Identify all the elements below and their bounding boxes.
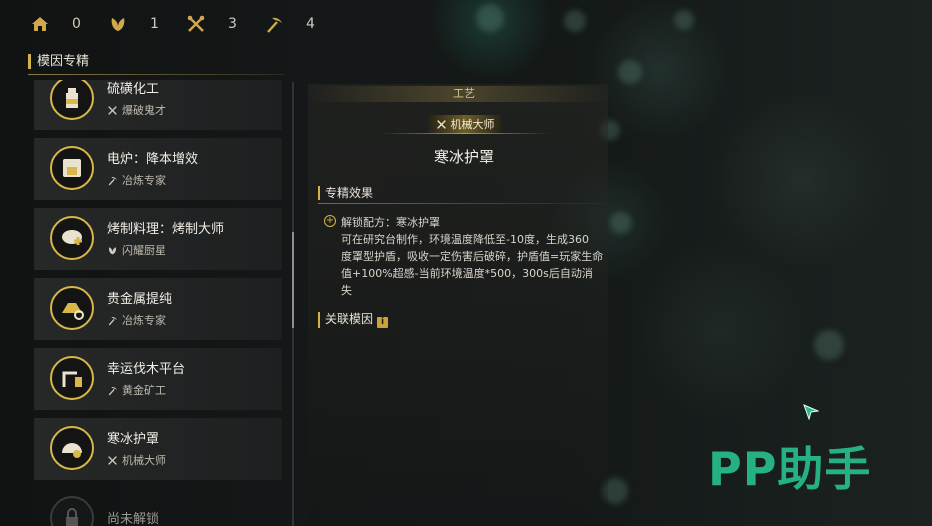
effect-line: 失 <box>341 284 352 297</box>
furnace-icon <box>63 159 81 177</box>
item-profession: 爆破鬼才 <box>107 102 166 118</box>
list-scrollbar[interactable] <box>292 82 294 526</box>
item-icon-ring <box>50 356 94 400</box>
item-profession-label: 冶炼专家 <box>122 314 166 327</box>
list-item-selected[interactable]: 寒冰护罩 机械大师 <box>34 418 282 480</box>
related-header: 关联模因 i <box>318 312 389 328</box>
detail-title: 寒冰护罩 <box>433 148 494 166</box>
item-name: 烤制料理：烤制大师 <box>107 222 225 237</box>
ice-shield-icon <box>62 443 82 458</box>
item-profession-label: 冶炼专家 <box>122 174 166 187</box>
list-item[interactable]: 电炉：降本增效 冶炼专家 <box>34 138 282 200</box>
effect-line: 值+100%超感-当前环境温度*500，300s后自动消 <box>341 267 593 280</box>
pickaxe-icon <box>108 316 117 325</box>
item-name: 寒冰护罩 <box>107 432 160 447</box>
resource-pickaxe: 4 <box>264 14 342 34</box>
item-icon-ring <box>50 146 94 190</box>
tools-icon <box>108 105 117 115</box>
list-item-locked[interactable]: 尚未解锁 <box>34 488 282 526</box>
section-title: 模因专精 <box>28 54 89 69</box>
item-name: 硫磺化工 <box>107 82 160 97</box>
scrollbar-thumb[interactable] <box>292 232 294 328</box>
resource-value: 4 <box>306 16 315 32</box>
item-icon-ring <box>50 216 94 260</box>
profession-badge-label: 机械大师 <box>450 118 495 131</box>
item-icon-ring <box>50 286 94 330</box>
lock-icon <box>66 508 78 526</box>
item-profession: 冶炼专家 <box>107 172 166 188</box>
resource-leaf: 1 <box>108 14 186 34</box>
tree-node <box>618 60 642 84</box>
grilled-food-icon <box>62 230 82 245</box>
gold-bars-icon <box>62 303 84 320</box>
list-item[interactable]: 烤制料理：烤制大师 闪耀厨星 <box>34 208 282 270</box>
item-profession-label: 爆破鬼才 <box>122 104 166 117</box>
resource-value: 0 <box>72 16 81 32</box>
item-profession: 机械大师 <box>107 452 166 468</box>
resource-value: 1 <box>150 16 159 32</box>
effect-header-line <box>318 203 608 204</box>
item-profession-label: 黄金矿工 <box>122 384 166 397</box>
item-profession: 闪耀厨星 <box>107 242 166 258</box>
effect-description: 解锁配方：寒冰护罩 可在研究台制作，环境温度降低至-10度，生成360 度罩型护… <box>341 214 609 299</box>
info-icon[interactable]: i <box>377 317 389 328</box>
effect-line: 度罩型护盾，吸收一定伤害后破碎，护盾值=玩家生命 <box>341 250 604 263</box>
pickaxe-icon <box>108 176 117 185</box>
item-name: 尚未解锁 <box>107 512 160 526</box>
item-icon-ring <box>50 426 94 470</box>
tree-node <box>476 4 504 32</box>
leaf-icon <box>109 246 116 254</box>
specialization-list: 硫磺化工 爆破鬼才 电炉：降本增效 冶炼专家 烤制料理：烤制大师 闪耀厨星 贵金… <box>34 80 284 526</box>
house-icon <box>32 17 48 31</box>
chemical-bottle-icon <box>66 88 78 108</box>
item-profession: 黄金矿工 <box>107 382 166 398</box>
tree-node <box>610 212 632 234</box>
effect-line: 解锁配方：寒冰护罩 <box>341 216 440 229</box>
resource-tools: 3 <box>186 14 264 34</box>
detail-category: 工艺 <box>453 87 475 100</box>
list-item[interactable]: 硫磺化工 爆破鬼才 <box>34 80 282 130</box>
item-name: 电炉：降本增效 <box>107 152 199 167</box>
item-name: 贵金属提纯 <box>107 292 173 307</box>
item-profession-label: 机械大师 <box>122 454 166 467</box>
list-item[interactable]: 贵金属提纯 冶炼专家 <box>34 278 282 340</box>
tree-node <box>564 10 586 32</box>
tools-icon <box>108 455 117 465</box>
pickaxe-icon <box>267 17 282 33</box>
tools-icon <box>436 119 446 129</box>
item-icon-ring <box>50 496 94 526</box>
profession-badge: 机械大师 <box>428 115 502 133</box>
leaf-icon <box>111 18 125 31</box>
item-icon-ring <box>50 80 94 120</box>
tree-node <box>814 330 844 360</box>
related-header-label: 关联模因 <box>325 312 374 326</box>
resource-value: 3 <box>228 16 237 32</box>
effect-header: 专精效果 <box>318 186 373 200</box>
badge-underline <box>380 133 550 134</box>
item-profession-label: 闪耀厨星 <box>122 244 166 257</box>
list-item[interactable]: 幸运伐木平台 黄金矿工 <box>34 348 282 410</box>
item-profession: 冶炼专家 <box>107 312 166 328</box>
effect-line: 可在研究台制作，环境温度降低至-10度，生成360 <box>341 233 589 246</box>
logging-platform-icon <box>62 371 82 387</box>
tools-icon <box>187 15 205 32</box>
pickaxe-icon <box>108 386 117 395</box>
tree-node <box>674 10 694 30</box>
section-divider <box>28 74 284 75</box>
plus-circle-icon: + <box>324 215 336 227</box>
item-name: 幸运伐木平台 <box>107 362 186 377</box>
resource-house: 0 <box>30 14 108 34</box>
resource-bar: 0 1 3 4 <box>30 14 342 34</box>
cursor-arrow-icon <box>803 404 819 420</box>
watermark: PP助手 <box>708 442 872 496</box>
